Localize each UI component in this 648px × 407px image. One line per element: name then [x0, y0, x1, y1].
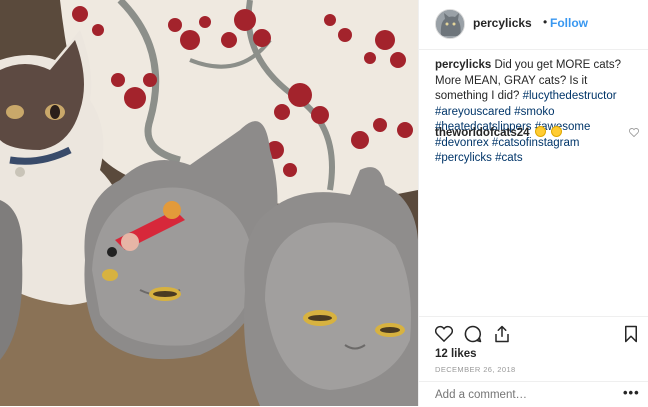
avatar[interactable] [435, 9, 465, 39]
hashtag[interactable]: #cats [495, 152, 523, 164]
separator-dot: • [543, 15, 548, 29]
post-caption: percylicks Did you get MORE cats? More M… [435, 58, 639, 167]
cat-avatar-icon [436, 10, 464, 38]
cats-and-slippers-photo [0, 0, 418, 406]
add-comment-bar: ••• [419, 381, 648, 407]
post-header: percylicks • Follow [419, 0, 648, 50]
smiling-face-emoji-icon [550, 126, 562, 137]
hashtag[interactable]: #lucythedestructor [523, 90, 617, 102]
post-username[interactable]: percylicks [473, 16, 532, 30]
instagram-post: percylicks • Follow percylicks Did you g… [0, 0, 648, 406]
share-icon[interactable] [493, 325, 511, 343]
post-photo[interactable] [0, 0, 418, 406]
add-comment-input[interactable] [435, 389, 615, 401]
bookmark-icon[interactable] [622, 325, 640, 343]
post-actions-section: 12 likes DECEMBER 26, 2018 ••• [419, 316, 648, 406]
follow-button[interactable]: Follow [550, 16, 588, 30]
grinning-face-emoji-icon [534, 126, 546, 137]
post-date[interactable]: DECEMBER 26, 2018 [435, 365, 516, 374]
comment-heart-icon[interactable] [629, 128, 639, 137]
hashtag[interactable]: #areyouscared [435, 106, 511, 118]
caption-username[interactable]: percylicks [435, 59, 491, 71]
post-side-panel: percylicks • Follow percylicks Did you g… [418, 0, 648, 406]
heart-icon[interactable] [435, 325, 453, 343]
comment-bubble-icon[interactable] [464, 325, 482, 343]
likes-count[interactable]: 12 likes [435, 348, 477, 360]
hashtag[interactable]: #percylicks [435, 152, 492, 164]
more-options-button[interactable]: ••• [623, 385, 640, 400]
hashtag[interactable]: #smoko [514, 106, 554, 118]
comment-item: theworldofcats24 [435, 126, 639, 142]
comment-username[interactable]: theworldofcats24 [435, 127, 530, 139]
